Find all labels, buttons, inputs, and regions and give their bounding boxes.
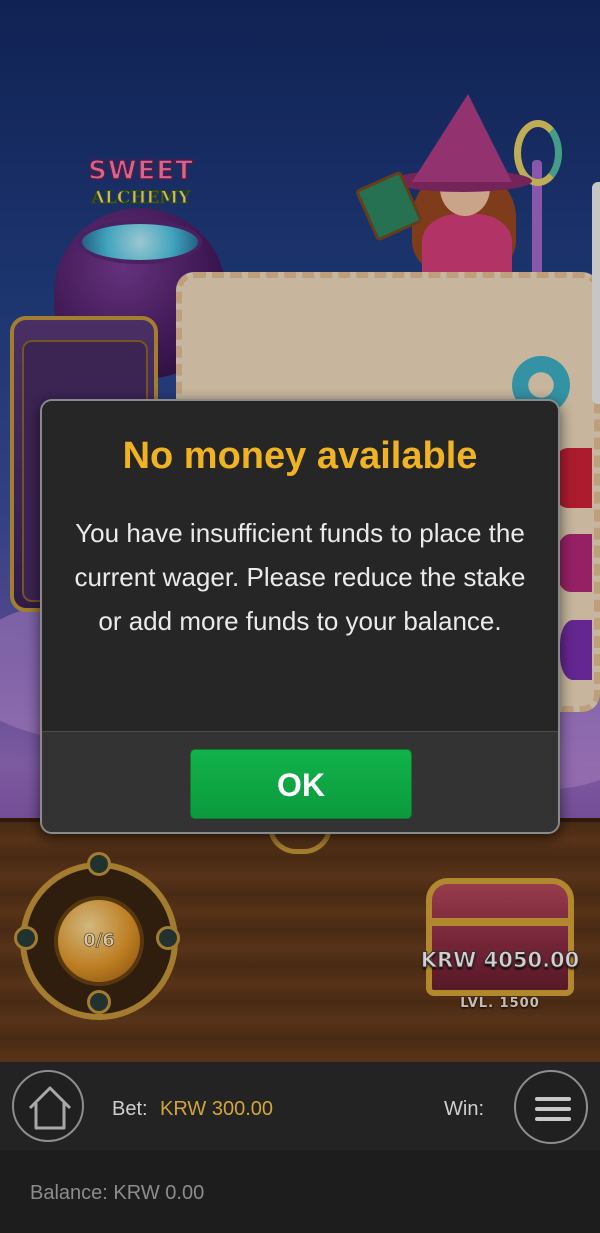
dialog-message: You have insufficient funds to place the… bbox=[74, 518, 526, 636]
menu-button[interactable] bbox=[514, 1070, 588, 1144]
balance-display: Balance: KRW 0.00 bbox=[30, 1182, 204, 1205]
dialog-footer: OK bbox=[42, 731, 558, 832]
home-icon bbox=[28, 1086, 72, 1130]
insufficient-funds-dialog: No money available You have insufficient… bbox=[40, 399, 560, 834]
ok-button[interactable]: OK bbox=[190, 749, 412, 819]
bet-label: Bet: bbox=[112, 1098, 148, 1120]
dialog-body: No money available You have insufficient… bbox=[42, 401, 558, 731]
home-button[interactable] bbox=[12, 1070, 84, 1142]
bet-value: KRW 300.00 bbox=[160, 1098, 274, 1120]
win-label: Win: bbox=[444, 1098, 484, 1120]
balance-label: Balance: bbox=[30, 1182, 108, 1204]
hamburger-menu-icon bbox=[535, 1097, 571, 1121]
dialog-title: No money available bbox=[122, 435, 478, 477]
bottom-bar: Bet: KRW 300.00 Win: Balance: KRW 0.00 bbox=[0, 1062, 600, 1233]
bet-bar bbox=[0, 1062, 600, 1150]
balance-value: KRW 0.00 bbox=[113, 1182, 205, 1204]
